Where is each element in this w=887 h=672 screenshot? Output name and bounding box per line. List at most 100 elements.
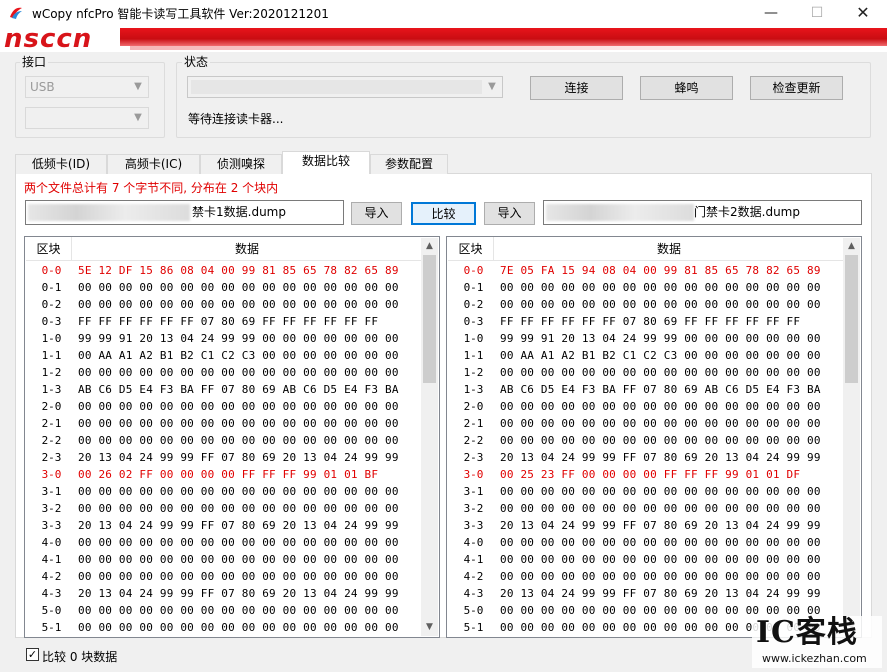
import-file1-button[interactable]: 导入 [351, 202, 402, 225]
table-row[interactable]: 3-3 20 13 04 24 99 99 FF 07 80 69 20 13 0… [447, 517, 845, 534]
tab-low-frequency[interactable]: 低频卡(ID) [15, 154, 107, 174]
window-title: wCopy nfcPro 智能卡读写工具软件 Ver:2020121201 [32, 7, 329, 21]
block-data-cell: 00 AA A1 A2 B1 B2 C1 C2 C3 00 00 00 00 0… [78, 349, 399, 362]
block-data-cell: 00 00 00 00 00 00 00 00 00 00 00 00 00 0… [500, 502, 821, 515]
block-data-cell: 00 00 00 00 00 00 00 00 00 00 00 00 00 0… [500, 400, 821, 413]
compare-zero-block-label[interactable]: 比较 0 块数据 [42, 648, 117, 665]
table-row[interactable]: 2-1 00 00 00 00 00 00 00 00 00 00 00 00 0… [25, 415, 423, 432]
table-row[interactable]: 3-1 00 00 00 00 00 00 00 00 00 00 00 00 0… [25, 483, 423, 500]
tab-data-compare[interactable]: 数据比较 [282, 151, 370, 174]
compare-zero-block-checkbox[interactable]: ✓ [26, 648, 39, 661]
file1-path-field[interactable]: 禁卡1数据.dump [25, 200, 344, 225]
block-data-cell: 99 99 91 20 13 04 24 99 99 00 00 00 00 0… [500, 332, 821, 345]
maximize-button[interactable]: ☐ [794, 0, 840, 26]
table-row[interactable]: 1-1 00 AA A1 A2 B1 B2 C1 C2 C3 00 00 00 0… [447, 347, 845, 364]
table-row[interactable]: 2-3 20 13 04 24 99 99 FF 07 80 69 20 13 0… [25, 449, 423, 466]
file2-path-field[interactable]: 门禁卡2数据.dump [543, 200, 862, 225]
block-id-cell: 3-2 [463, 502, 484, 515]
scroll-thumb[interactable] [845, 255, 858, 383]
column-header-block[interactable]: 区块 [26, 237, 72, 261]
connect-button[interactable]: 连接 [530, 76, 623, 100]
brand-banner: nsccn [0, 26, 887, 52]
table-row[interactable]: 2-0 00 00 00 00 00 00 00 00 00 00 00 00 0… [25, 398, 423, 415]
table-row[interactable]: 3-0 00 26 02 FF 00 00 00 00 FF FF FF 99 0… [25, 466, 423, 483]
table-row[interactable]: 3-0 00 25 23 FF 00 00 00 00 FF FF FF 99 0… [447, 466, 845, 483]
table-row[interactable]: 1-0 99 99 91 20 13 04 24 99 99 00 00 00 0… [447, 330, 845, 347]
left-scrollbar[interactable]: ▲ ▼ [421, 238, 438, 636]
table-row[interactable]: 3-1 00 00 00 00 00 00 00 00 00 00 00 00 0… [447, 483, 845, 500]
table-row[interactable]: 4-1 00 00 00 00 00 00 00 00 00 00 00 00 0… [25, 551, 423, 568]
right-data-table[interactable]: 区块 数据 0-0 7E 05 FA 15 94 08 04 00 99 81 8… [446, 236, 862, 638]
table-row[interactable]: 2-2 00 00 00 00 00 00 00 00 00 00 00 00 0… [25, 432, 423, 449]
reader-select[interactable]: ▼ [187, 76, 503, 98]
block-id-cell: 0-1 [463, 281, 484, 294]
left-data-table[interactable]: 区块 数据 0-0 5E 12 DF 15 86 08 04 00 99 81 8… [24, 236, 440, 638]
block-id-cell: 1-2 [463, 366, 484, 379]
table-row[interactable]: 2-2 00 00 00 00 00 00 00 00 00 00 00 00 0… [447, 432, 845, 449]
device-select[interactable]: ▼ [25, 107, 149, 129]
import-file2-button[interactable]: 导入 [484, 202, 535, 225]
table-row[interactable]: 0-3 FF FF FF FF FF FF 07 80 69 FF FF FF F… [25, 313, 423, 330]
block-data-cell: 00 00 00 00 00 00 00 00 00 00 00 00 00 0… [78, 281, 399, 294]
table-row[interactable]: 0-3 FF FF FF FF FF FF 07 80 69 FF FF FF F… [447, 313, 845, 330]
banner-logo: nsccn [4, 26, 93, 52]
right-scrollbar[interactable]: ▲ ▼ [843, 238, 860, 636]
block-data-cell: 00 00 00 00 00 00 00 00 00 00 00 00 00 0… [78, 570, 399, 583]
table-row[interactable]: 0-1 00 00 00 00 00 00 00 00 00 00 00 00 0… [25, 279, 423, 296]
tab-high-frequency[interactable]: 高频卡(IC) [107, 154, 200, 174]
column-header-data[interactable]: 数据 [494, 237, 844, 261]
table-row[interactable]: 0-2 00 00 00 00 00 00 00 00 00 00 00 00 0… [25, 296, 423, 313]
table-row[interactable]: 2-0 00 00 00 00 00 00 00 00 00 00 00 00 0… [447, 398, 845, 415]
table-row[interactable]: 3-2 00 00 00 00 00 00 00 00 00 00 00 00 0… [25, 500, 423, 517]
block-id-cell: 1-3 [463, 383, 484, 396]
close-button[interactable]: ✕ [840, 0, 886, 26]
column-header-data[interactable]: 数据 [72, 237, 422, 261]
table-row[interactable]: 2-1 00 00 00 00 00 00 00 00 00 00 00 00 0… [447, 415, 845, 432]
table-row[interactable]: 0-0 7E 05 FA 15 94 08 04 00 99 81 85 65 7… [447, 262, 845, 279]
block-id-cell: 1-0 [463, 332, 484, 345]
table-row[interactable]: 1-2 00 00 00 00 00 00 00 00 00 00 00 00 0… [447, 364, 845, 381]
block-data-cell: 00 00 00 00 00 00 00 00 00 00 00 00 00 0… [500, 366, 821, 379]
check-update-button[interactable]: 检查更新 [750, 76, 843, 100]
table-row[interactable]: 4-3 20 13 04 24 99 99 FF 07 80 69 20 13 0… [25, 585, 423, 602]
table-row[interactable]: 4-0 00 00 00 00 00 00 00 00 00 00 00 00 0… [447, 534, 845, 551]
table-row[interactable]: 2-3 20 13 04 24 99 99 FF 07 80 69 20 13 0… [447, 449, 845, 466]
table-row[interactable]: 5-1 00 00 00 00 00 00 00 00 00 00 00 00 0… [25, 619, 423, 636]
block-id-cell: 4-2 [41, 570, 62, 583]
table-row[interactable]: 4-0 00 00 00 00 00 00 00 00 00 00 00 00 0… [25, 534, 423, 551]
block-data-cell: 00 25 23 FF 00 00 00 00 FF FF FF 99 01 0… [500, 468, 801, 481]
table-row[interactable]: 0-2 00 00 00 00 00 00 00 00 00 00 00 00 0… [447, 296, 845, 313]
title-bar: wCopy nfcPro 智能卡读写工具软件 Ver:2020121201 — … [0, 0, 887, 26]
table-row[interactable]: 3-2 00 00 00 00 00 00 00 00 00 00 00 00 0… [447, 500, 845, 517]
table-row[interactable]: 1-3 AB C6 D5 E4 F3 BA FF 07 80 69 AB C6 D… [25, 381, 423, 398]
app-logo-icon [10, 7, 22, 19]
table-row[interactable]: 5-0 00 00 00 00 00 00 00 00 00 00 00 00 0… [25, 602, 423, 619]
table-row[interactable]: 4-1 00 00 00 00 00 00 00 00 00 00 00 00 0… [447, 551, 845, 568]
scroll-up-icon[interactable]: ▲ [843, 238, 860, 255]
block-id-cell: 1-0 [41, 332, 62, 345]
tab-sniff[interactable]: 侦测嗅探 [200, 154, 282, 174]
compare-button[interactable]: 比较 [411, 202, 476, 225]
block-id-cell: 1-1 [41, 349, 62, 362]
block-data-cell: 7E 05 FA 15 94 08 04 00 99 81 85 65 78 8… [500, 264, 821, 277]
minimize-button[interactable]: — [748, 0, 794, 26]
table-row[interactable]: 1-1 00 AA A1 A2 B1 B2 C1 C2 C3 00 00 00 0… [25, 347, 423, 364]
table-row[interactable]: 3-3 20 13 04 24 99 99 FF 07 80 69 20 13 0… [25, 517, 423, 534]
block-data-cell: 5E 12 DF 15 86 08 04 00 99 81 85 65 78 8… [78, 264, 399, 277]
interface-select[interactable]: USB ▼ [25, 76, 149, 98]
table-row[interactable]: 0-0 5E 12 DF 15 86 08 04 00 99 81 85 65 7… [25, 262, 423, 279]
scroll-thumb[interactable] [423, 255, 436, 383]
table-row[interactable]: 1-3 AB C6 D5 E4 F3 BA FF 07 80 69 AB C6 D… [447, 381, 845, 398]
beep-button[interactable]: 蜂鸣 [640, 76, 733, 100]
table-row[interactable]: 1-0 99 99 91 20 13 04 24 99 99 00 00 00 0… [25, 330, 423, 347]
scroll-down-icon[interactable]: ▼ [421, 619, 438, 636]
table-row[interactable]: 4-3 20 13 04 24 99 99 FF 07 80 69 20 13 0… [447, 585, 845, 602]
scroll-up-icon[interactable]: ▲ [421, 238, 438, 255]
block-data-cell: 99 99 91 20 13 04 24 99 99 00 00 00 00 0… [78, 332, 399, 345]
table-row[interactable]: 4-2 00 00 00 00 00 00 00 00 00 00 00 00 0… [25, 568, 423, 585]
table-row[interactable]: 0-1 00 00 00 00 00 00 00 00 00 00 00 00 0… [447, 279, 845, 296]
tab-config[interactable]: 参数配置 [370, 154, 448, 174]
table-row[interactable]: 4-2 00 00 00 00 00 00 00 00 00 00 00 00 0… [447, 568, 845, 585]
column-header-block[interactable]: 区块 [448, 237, 494, 261]
table-row[interactable]: 1-2 00 00 00 00 00 00 00 00 00 00 00 00 0… [25, 364, 423, 381]
